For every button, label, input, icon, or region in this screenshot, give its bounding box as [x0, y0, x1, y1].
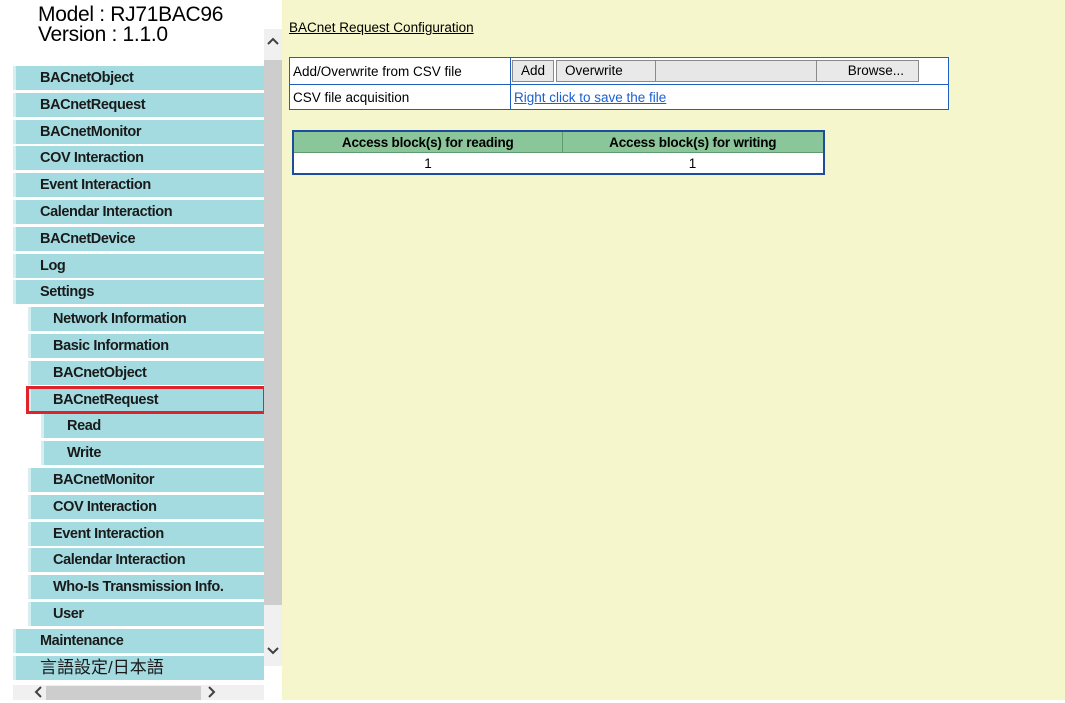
- nav-item-settings-bacnetmonitor[interactable]: BACnetMonitor: [28, 467, 264, 492]
- access-writing-value: 1: [688, 155, 697, 171]
- nav-item-maintenance[interactable]: Maintenance: [13, 628, 264, 653]
- csv-acquisition-row: CSV file acquisition Right click to save…: [289, 84, 949, 110]
- nav-item-bacnetdevice[interactable]: BACnetDevice: [13, 226, 264, 251]
- nav-item-settings-basic-information[interactable]: Basic Information: [28, 333, 264, 358]
- table-row: 1 1: [293, 153, 824, 175]
- access-reading-value: 1: [424, 155, 432, 171]
- version-label: Version : 1.1.0: [38, 23, 168, 46]
- browse-button[interactable]: Browse...: [816, 60, 920, 82]
- csv-acquisition-label: CSV file acquisition: [289, 84, 511, 110]
- nav-item-bacnetobject[interactable]: BACnetObject: [13, 66, 264, 90]
- nav-item-settings-bacnetobject[interactable]: BACnetObject: [28, 360, 264, 385]
- nav-item-settings-network-information[interactable]: Network Information: [28, 307, 264, 332]
- nav-item-settings-who-is-transmission-info[interactable]: Who-Is Transmission Info.: [28, 575, 264, 600]
- nav-item-log[interactable]: Log: [13, 253, 264, 278]
- nav-item-settings-read[interactable]: Read: [41, 414, 264, 439]
- access-table-header-row: Access block(s) for reading Access block…: [292, 130, 825, 153]
- csv-controls-cell: Add Overwrite Browse...: [510, 57, 949, 85]
- access-reading-header: Access block(s) for reading: [292, 130, 563, 153]
- nav-item-settings-cov-interaction[interactable]: COV Interaction: [28, 494, 264, 519]
- main-panel: BACnet Request Configuration Add/Overwri…: [282, 0, 1065, 700]
- csv-add-overwrite-row: Add/Overwrite from CSV file Add Overwrite…: [289, 57, 949, 85]
- csv-save-link[interactable]: Right click to save the file: [514, 90, 666, 105]
- nav-item-bacnetrequest[interactable]: BACnetRequest: [13, 92, 264, 117]
- add-button[interactable]: Add: [512, 60, 555, 82]
- chevron-right-icon[interactable]: [202, 683, 222, 700]
- chevron-up-icon[interactable]: [264, 32, 282, 50]
- nav-item-settings-user[interactable]: User: [28, 601, 264, 626]
- nav-item-settings-calendar-interaction[interactable]: Calendar Interaction: [28, 548, 264, 573]
- access-block-table: Access block(s) for reading Access block…: [292, 130, 825, 175]
- nav-item-bacnetmonitor[interactable]: BACnetMonitor: [13, 119, 264, 144]
- nav-menu: BACnetObject BACnetRequest BACnetMonitor…: [13, 66, 266, 682]
- nav-item-cov-interaction[interactable]: COV Interaction: [13, 146, 264, 171]
- vertical-scrollbar-thumb[interactable]: [264, 60, 282, 605]
- overwrite-button[interactable]: Overwrite: [556, 60, 657, 82]
- csv-acquisition-cell: Right click to save the file: [510, 84, 949, 110]
- nav-item-settings[interactable]: Settings: [13, 280, 264, 305]
- csv-config-table: Add/Overwrite from CSV file Add Overwrite…: [289, 57, 949, 110]
- nav-item-settings-bacnetrequest[interactable]: BACnetRequest: [26, 385, 266, 414]
- csv-add-overwrite-label: Add/Overwrite from CSV file: [289, 57, 511, 85]
- sidebar: Model : RJ71BAC96 Version : 1.1.0 BACnet…: [0, 0, 282, 700]
- chevron-left-icon[interactable]: [28, 683, 48, 700]
- nav-item-language-setting[interactable]: 言語設定/日本語: [13, 655, 264, 680]
- nav-item-event-interaction[interactable]: Event Interaction: [13, 173, 264, 198]
- model-info: Model : RJ71BAC96 Version : 1.1.0: [38, 3, 224, 46]
- horizontal-scrollbar-thumb[interactable]: [46, 686, 201, 700]
- page-title: BACnet Request Configuration: [289, 20, 474, 35]
- access-writing-header: Access block(s) for writing: [561, 130, 825, 153]
- nav-item-settings-event-interaction[interactable]: Event Interaction: [28, 521, 264, 546]
- file-path-field[interactable]: [656, 60, 817, 82]
- nav-item-calendar-interaction[interactable]: Calendar Interaction: [13, 199, 264, 224]
- model-label: Model : RJ71BAC96: [38, 3, 224, 26]
- nav-item-settings-write[interactable]: Write: [41, 441, 264, 466]
- chevron-down-icon[interactable]: [264, 642, 282, 660]
